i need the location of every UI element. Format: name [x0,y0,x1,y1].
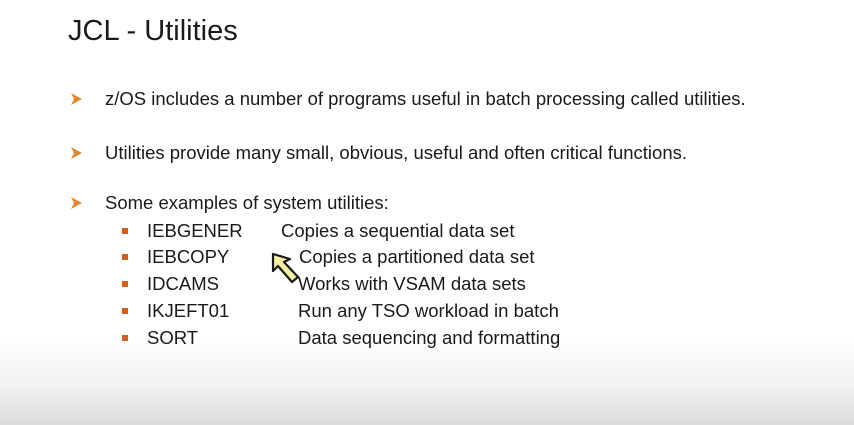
utility-name: IDCAMS [147,273,219,294]
utility-name: IEBCOPY [147,246,230,267]
arrow-bullet-icon [70,146,83,160]
arrow-bullet-icon [70,196,83,210]
slide-title: JCL - Utilities [68,15,238,47]
utility-name: IKJEFT01 [147,300,230,321]
bullet-text: z/OS includes a number of programs usefu… [105,88,746,109]
utility-item: SORT Data sequencing and formatting [118,327,678,353]
arrow-bullet-icon [70,92,83,106]
square-bullet-icon [122,228,128,234]
utility-description: Copies a sequential data set [281,220,515,241]
utility-description: Data sequencing and formatting [298,327,561,348]
bullet-text: Utilities provide many small, obvious, u… [105,142,687,163]
utility-name: SORT [147,327,199,348]
bullet-text: Some examples of system utilities: [105,192,389,213]
utility-name: IEBGENER [147,220,243,241]
mouse-cursor-icon [270,251,306,285]
utility-item: IKJEFT01 Run any TSO workload in batch [118,300,678,326]
utility-item: IDCAMS Works with VSAM data sets [118,273,678,299]
square-bullet-icon [122,254,128,260]
square-bullet-icon [122,281,128,287]
square-bullet-icon [122,335,128,341]
utility-description: Run any TSO workload in batch [298,300,559,321]
utility-item: IEBGENER Copies a sequential data set [118,220,678,246]
utility-description: Copies a partitioned data set [299,246,535,267]
square-bullet-icon [122,308,128,314]
utility-description: Works with VSAM data sets [298,273,526,294]
utility-item: IEBCOPY Copies a partitioned data set [118,246,678,272]
